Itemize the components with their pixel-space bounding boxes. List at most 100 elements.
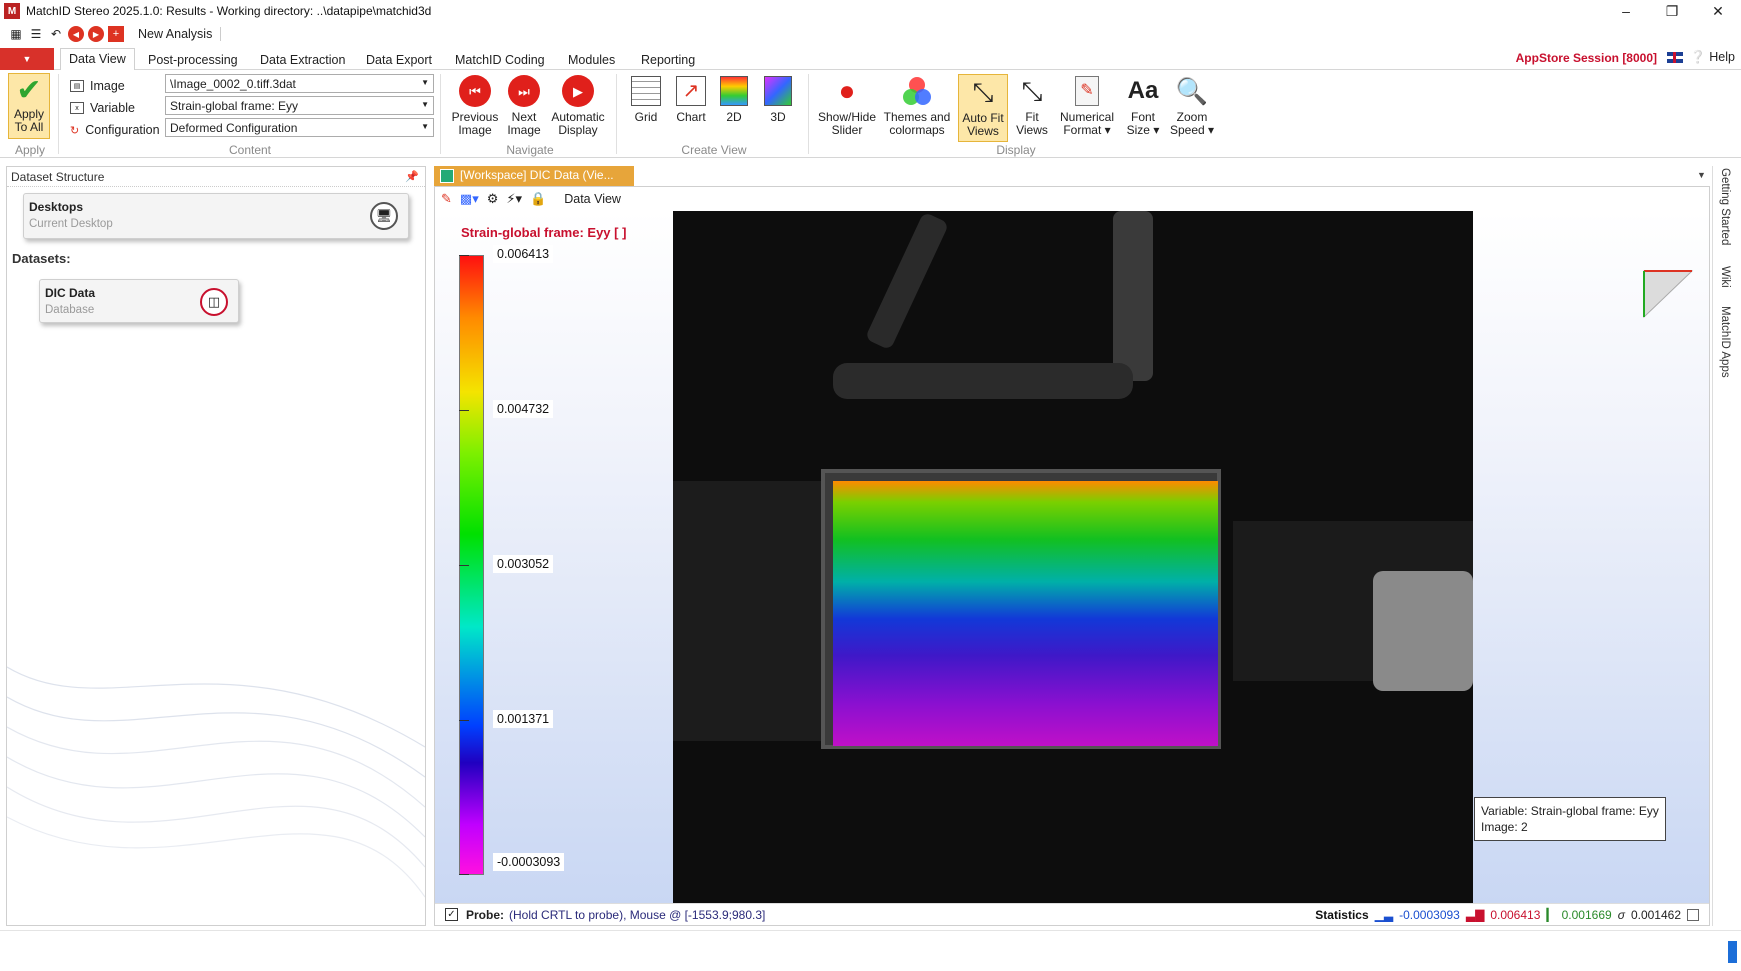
previous-image-label-2: Image — [458, 123, 492, 137]
numerical-format-button[interactable]: ✎ Numerical Format ▾ — [1056, 74, 1118, 137]
new-analysis-button[interactable]: New Analysis — [138, 27, 222, 41]
dic-data-subtitle: Database — [45, 304, 95, 316]
monitor-icon: 🖥 — [370, 202, 398, 230]
group-label-content: Content — [228, 143, 272, 157]
list-icon[interactable]: ☰ — [28, 26, 44, 42]
chart-button[interactable]: ↗ Chart — [672, 74, 710, 124]
mean-icon: ▎ — [1546, 908, 1556, 922]
colorbar-label: 0.004732 — [493, 400, 554, 418]
view-3d-button[interactable]: 3D — [760, 74, 796, 124]
image-select[interactable]: \Image_0002_0.tiff.3dat ▼ — [165, 74, 434, 93]
tab-data-extraction[interactable]: Data Extraction — [252, 50, 353, 70]
statistics: Statistics ▁▃ -0.0003093 ▃▇ 0.006413 ▎ 0… — [1315, 908, 1699, 922]
close-button[interactable]: ✕ — [1695, 0, 1741, 22]
colorbar-tick — [459, 255, 469, 256]
image-row: ▤ Image — [70, 76, 165, 96]
tab-matchid-apps[interactable]: MatchID Apps — [1719, 306, 1731, 378]
automatic-display-button[interactable]: ▶ Automatic Display — [548, 74, 608, 137]
next-image-button[interactable]: ⏭ Next Image — [502, 74, 546, 137]
undo-icon[interactable]: ↶ — [48, 26, 64, 42]
min-icon: ▁▃ — [1374, 908, 1394, 922]
next-icon[interactable]: ▶ — [88, 26, 104, 42]
configuration-select[interactable]: Deformed Configuration ▼ — [165, 118, 434, 137]
tab-wiki[interactable]: Wiki — [1719, 266, 1731, 288]
tab-data-export[interactable]: Data Export — [358, 50, 440, 70]
play-icon: ▶ — [562, 75, 594, 107]
tab-reporting[interactable]: Reporting — [633, 50, 703, 70]
minimize-button[interactable]: – — [1603, 0, 1649, 22]
grid-icon — [631, 76, 661, 106]
lightning-icon[interactable]: ⚡▾ — [506, 191, 522, 207]
zoom-label-2: Speed ▾ — [1169, 123, 1215, 137]
probe-label: Probe: — [466, 907, 505, 922]
help-label: Help — [1709, 50, 1735, 64]
show-hide-slider-button[interactable]: ● Show/Hide Slider — [814, 74, 880, 137]
info-variable: Variable: Strain-global frame: Eyy — [1481, 804, 1659, 818]
axis-triad-icon — [1643, 270, 1694, 319]
separator — [616, 74, 617, 154]
desktops-title: Desktops — [29, 200, 84, 214]
tab-matchid-coding[interactable]: MatchID Coding — [447, 50, 553, 70]
panel-header: Dataset Structure 📌 — [7, 167, 425, 187]
restore-button[interactable]: ❐ — [1649, 0, 1695, 22]
apply-label-2: To All — [14, 120, 44, 134]
autofit-label-2: Views — [967, 124, 999, 138]
add-icon[interactable]: + — [108, 26, 124, 42]
app-logo: M — [4, 3, 20, 19]
configuration-row: ↻ Configuration — [70, 120, 165, 140]
group-label-apply: Apply — [14, 143, 46, 157]
language-flag-icon[interactable] — [1667, 52, 1683, 63]
lock-icon[interactable]: 🔒 — [530, 191, 546, 207]
edit-icon[interactable]: ✎ — [441, 191, 452, 207]
tab-dropdown-icon[interactable]: ▼ — [1697, 170, 1706, 180]
font-size-button[interactable]: Aa Font Size ▾ — [1122, 74, 1164, 137]
progress-indicator — [1728, 941, 1737, 963]
previous-icon[interactable]: ◀ — [68, 26, 84, 42]
pin-icon[interactable]: 📌 — [405, 170, 419, 183]
colorbar-tick — [459, 565, 469, 566]
tab-modules[interactable]: Modules — [560, 50, 623, 70]
status-bar: ✓ Probe: (Hold CRTL to probe), Mouse @ [… — [435, 903, 1709, 925]
camera-image[interactable] — [673, 211, 1473, 903]
document-tab[interactable]: [Workspace] DIC Data (Vie... — [434, 166, 634, 186]
colorbar-tick — [459, 720, 469, 721]
workspace-icon — [440, 169, 454, 183]
zoom-speed-button[interactable]: 🔍 Zoom Speed ▾ — [1168, 74, 1216, 137]
appstore-session-button[interactable]: AppStore Session [8000] — [1516, 51, 1657, 65]
desktops-card[interactable]: Desktops Current Desktop 🖥 — [23, 193, 409, 239]
tab-post-processing[interactable]: Post-processing — [140, 50, 246, 70]
data-view-area: ✎ ▩▾ ⚙ ⚡▾ 🔒 Data View Strain-global fram… — [434, 186, 1710, 926]
file-menu-button[interactable]: ▼ — [0, 48, 54, 70]
tab-data-view[interactable]: Data View — [60, 48, 135, 71]
auto-fit-views-button[interactable]: ⤡ Auto Fit Views — [958, 74, 1008, 142]
expand-arrows-icon: ⤡ — [972, 77, 994, 107]
quick-access-toolbar: ▦ ☰ ↶ ◀ ▶ + New Analysis — [0, 22, 1741, 46]
sigma-symbol: σ — [1617, 908, 1625, 922]
plot-canvas[interactable]: Strain-global frame: Eyy [ ] 0.006413 0.… — [435, 211, 1709, 903]
probe-checkbox[interactable]: ✓ — [445, 908, 458, 921]
gear-icon[interactable]: ⚙ — [487, 191, 499, 207]
bar-chart-icon[interactable]: ▩▾ — [460, 191, 479, 207]
group-label-display: Display — [996, 143, 1036, 157]
fixture-rod — [864, 211, 950, 351]
tab-getting-started[interactable]: Getting Started — [1719, 168, 1731, 245]
view-2d-button[interactable]: 2D — [716, 74, 752, 124]
chart-label: Chart — [676, 110, 706, 124]
database-icon: ◫ — [200, 288, 228, 316]
bottom-bar — [0, 930, 1741, 971]
fixture-nut — [1373, 571, 1473, 691]
fit-icon[interactable]: ▦ — [8, 26, 24, 42]
variable-select[interactable]: Strain-global frame: Eyy ▼ — [165, 96, 434, 115]
desktops-subtitle: Current Desktop — [29, 218, 113, 230]
previous-image-button[interactable]: ⏮ Previous Image — [450, 74, 500, 137]
apply-to-all-button[interactable]: ✔ Apply To All — [8, 73, 50, 139]
help-button[interactable]: ❔ Help — [1690, 50, 1735, 65]
window-title: MatchID Stereo 2025.1.0: Results - Worki… — [26, 4, 432, 18]
configuration-label: Configuration — [85, 123, 160, 137]
themes-colormaps-button[interactable]: Themes and colormaps — [882, 74, 952, 137]
fit-views-button[interactable]: ⤡ Fit Views — [1012, 74, 1052, 137]
histogram-icon[interactable] — [1687, 909, 1699, 921]
grid-button[interactable]: Grid — [628, 74, 664, 124]
dic-data-card[interactable]: DIC Data Database ◫ — [39, 279, 239, 323]
fit-label-2: Views — [1016, 123, 1048, 137]
